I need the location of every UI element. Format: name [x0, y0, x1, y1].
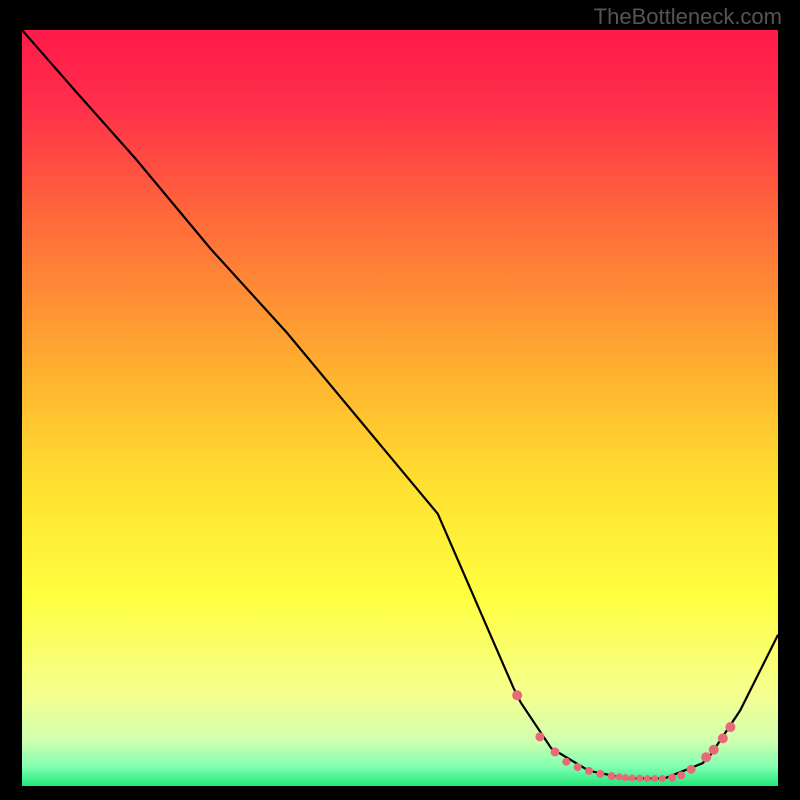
marker-dot	[659, 775, 666, 782]
marker-dot	[644, 775, 651, 782]
marker-dot	[677, 771, 685, 779]
marker-dot	[574, 763, 582, 771]
marker-dot	[585, 767, 593, 775]
marker-dot	[668, 774, 676, 782]
marker-dot	[512, 690, 522, 700]
chart-container: TheBottleneck.com	[0, 0, 800, 800]
marker-dot	[596, 770, 604, 778]
marker-dot	[629, 775, 636, 782]
marker-dot	[651, 775, 658, 782]
marker-dot	[725, 722, 735, 732]
marker-dot	[608, 772, 616, 780]
marker-dot	[622, 774, 629, 781]
marker-dot	[636, 775, 643, 782]
marker-dot	[701, 752, 711, 762]
marker-dot	[550, 747, 559, 756]
marker-dot	[709, 745, 719, 755]
watermark-text: TheBottleneck.com	[594, 4, 782, 30]
marker-dot	[616, 773, 623, 780]
plot-area	[22, 30, 778, 786]
marker-dot	[535, 732, 544, 741]
marker-dot	[718, 733, 728, 743]
marker-dot	[562, 758, 570, 766]
gradient-background	[22, 30, 778, 786]
chart-svg	[22, 30, 778, 786]
marker-dot	[687, 765, 696, 774]
